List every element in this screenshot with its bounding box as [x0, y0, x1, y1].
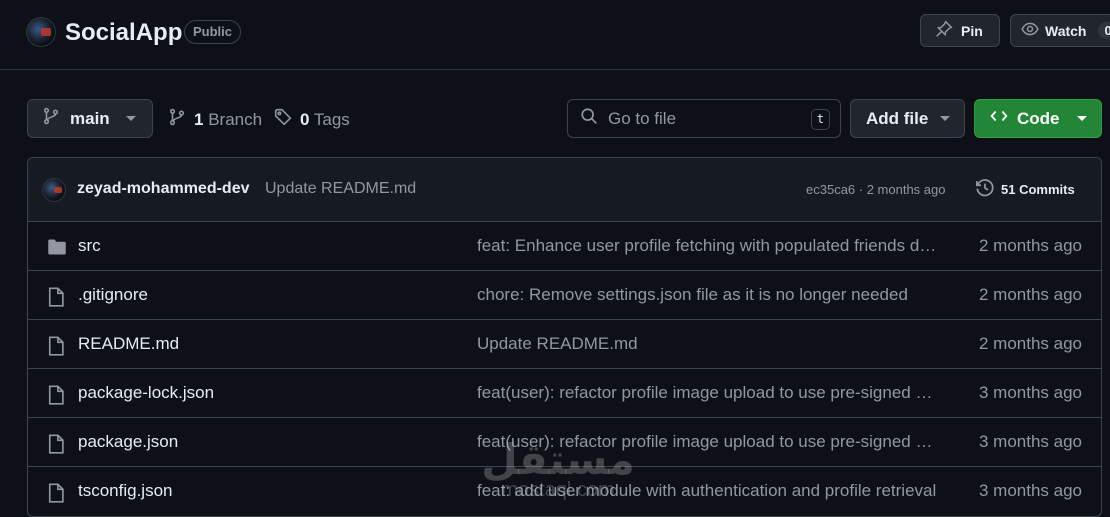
commit-hash-time[interactable]: ec35ca6 · 2 months ago [806, 182, 945, 197]
commits-history-link[interactable]: 51 Commits [975, 178, 1075, 201]
eye-icon [1021, 20, 1039, 41]
chevron-down-icon [1077, 116, 1087, 121]
tag-count: 0 [300, 109, 310, 129]
file-name[interactable]: tsconfig.json [78, 481, 173, 501]
go-to-file-search[interactable]: t [567, 99, 841, 138]
folder-icon [47, 238, 67, 261]
repo-name[interactable]: SocialApp [65, 19, 182, 47]
file-icon [47, 385, 65, 410]
chevron-down-icon [126, 116, 136, 121]
branch-count: 1 [194, 109, 204, 129]
file-icon [47, 336, 65, 361]
commit-message[interactable]: Update README.md [265, 180, 416, 198]
branch-label: Branch [208, 109, 263, 129]
watch-count: 0 [1098, 22, 1110, 39]
file-row[interactable]: README.md Update README.md 2 months ago [28, 320, 1101, 369]
file-row[interactable]: src feat: Enhance user profile fetching w… [28, 222, 1101, 271]
chevron-down-icon [940, 116, 950, 121]
latest-commit-bar: zeyad-mohammed-dev Update README.md ec35… [28, 158, 1101, 222]
file-commit-message[interactable]: Update README.md [477, 334, 939, 354]
file-commit-date: 3 months ago [978, 481, 1082, 500]
tag-icon [274, 108, 292, 131]
git-branch-icon [168, 108, 186, 131]
branches-link[interactable]: 1 Branch [168, 108, 262, 131]
commits-count-label: 51 Commits [1001, 182, 1075, 197]
file-row[interactable]: tsconfig.json feat: add user module with … [28, 467, 1101, 516]
file-commit-date: 2 months ago [978, 285, 1082, 304]
history-icon [975, 178, 995, 201]
search-icon [580, 107, 598, 130]
branch-select-button[interactable]: main [27, 99, 153, 138]
code-label: Code [1017, 108, 1060, 128]
tag-label: Tags [313, 109, 350, 129]
file-commit-message[interactable]: chore: Remove settings.json file as it i… [477, 285, 939, 305]
file-name[interactable]: src [78, 236, 101, 256]
file-commit-date: 3 months ago [978, 383, 1082, 402]
shortcut-key-hint: t [811, 109, 830, 130]
file-name[interactable]: .gitignore [78, 285, 148, 305]
owner-avatar[interactable] [26, 17, 56, 47]
file-list: zeyad-mohammed-dev Update README.md ec35… [27, 157, 1102, 517]
file-commit-message[interactable]: feat(user): refactor profile image uploa… [477, 432, 939, 452]
add-file-label: Add file [866, 108, 929, 128]
file-rows: src feat: Enhance user profile fetching w… [28, 222, 1101, 516]
go-to-file-input[interactable] [608, 108, 798, 129]
file-commit-date: 2 months ago [978, 334, 1082, 353]
tags-link[interactable]: 0 Tags [274, 108, 350, 131]
current-branch: main [70, 108, 110, 128]
file-row[interactable]: package-lock.json feat(user): refactor pr… [28, 369, 1101, 418]
file-commit-date: 3 months ago [978, 432, 1082, 451]
code-icon [989, 107, 1009, 130]
pin-icon [935, 20, 953, 41]
file-name[interactable]: README.md [78, 334, 179, 354]
repository-page: SocialApp Public Pin Watch 0 main 1 Bran… [0, 0, 1110, 517]
watch-button[interactable]: Watch 0 [1010, 14, 1110, 47]
file-icon [47, 483, 65, 508]
pin-button[interactable]: Pin [920, 14, 1000, 47]
file-commit-date: 2 months ago [978, 236, 1082, 255]
author-avatar[interactable] [42, 178, 66, 202]
file-name[interactable]: package-lock.json [78, 383, 214, 403]
file-commit-message[interactable]: feat: add user module with authenticatio… [477, 481, 939, 501]
file-commit-message[interactable]: feat: Enhance user profile fetching with… [477, 236, 939, 256]
file-row[interactable]: package.json feat(user): refactor profile… [28, 418, 1101, 467]
pin-label: Pin [961, 22, 983, 39]
code-button[interactable]: Code [974, 99, 1102, 138]
file-name[interactable]: package.json [78, 432, 178, 452]
git-branch-icon [42, 107, 60, 130]
file-icon [47, 287, 65, 312]
repo-header: SocialApp Public Pin Watch 0 [0, 0, 1110, 70]
file-commit-message[interactable]: feat(user): refactor profile image uploa… [477, 383, 939, 403]
visibility-badge: Public [184, 20, 242, 44]
file-row[interactable]: .gitignore chore: Remove settings.json fi… [28, 271, 1101, 320]
watch-label: Watch [1045, 22, 1087, 39]
add-file-button[interactable]: Add file [850, 99, 965, 138]
file-icon [47, 434, 65, 459]
commit-author[interactable]: zeyad-mohammed-dev [77, 180, 250, 198]
